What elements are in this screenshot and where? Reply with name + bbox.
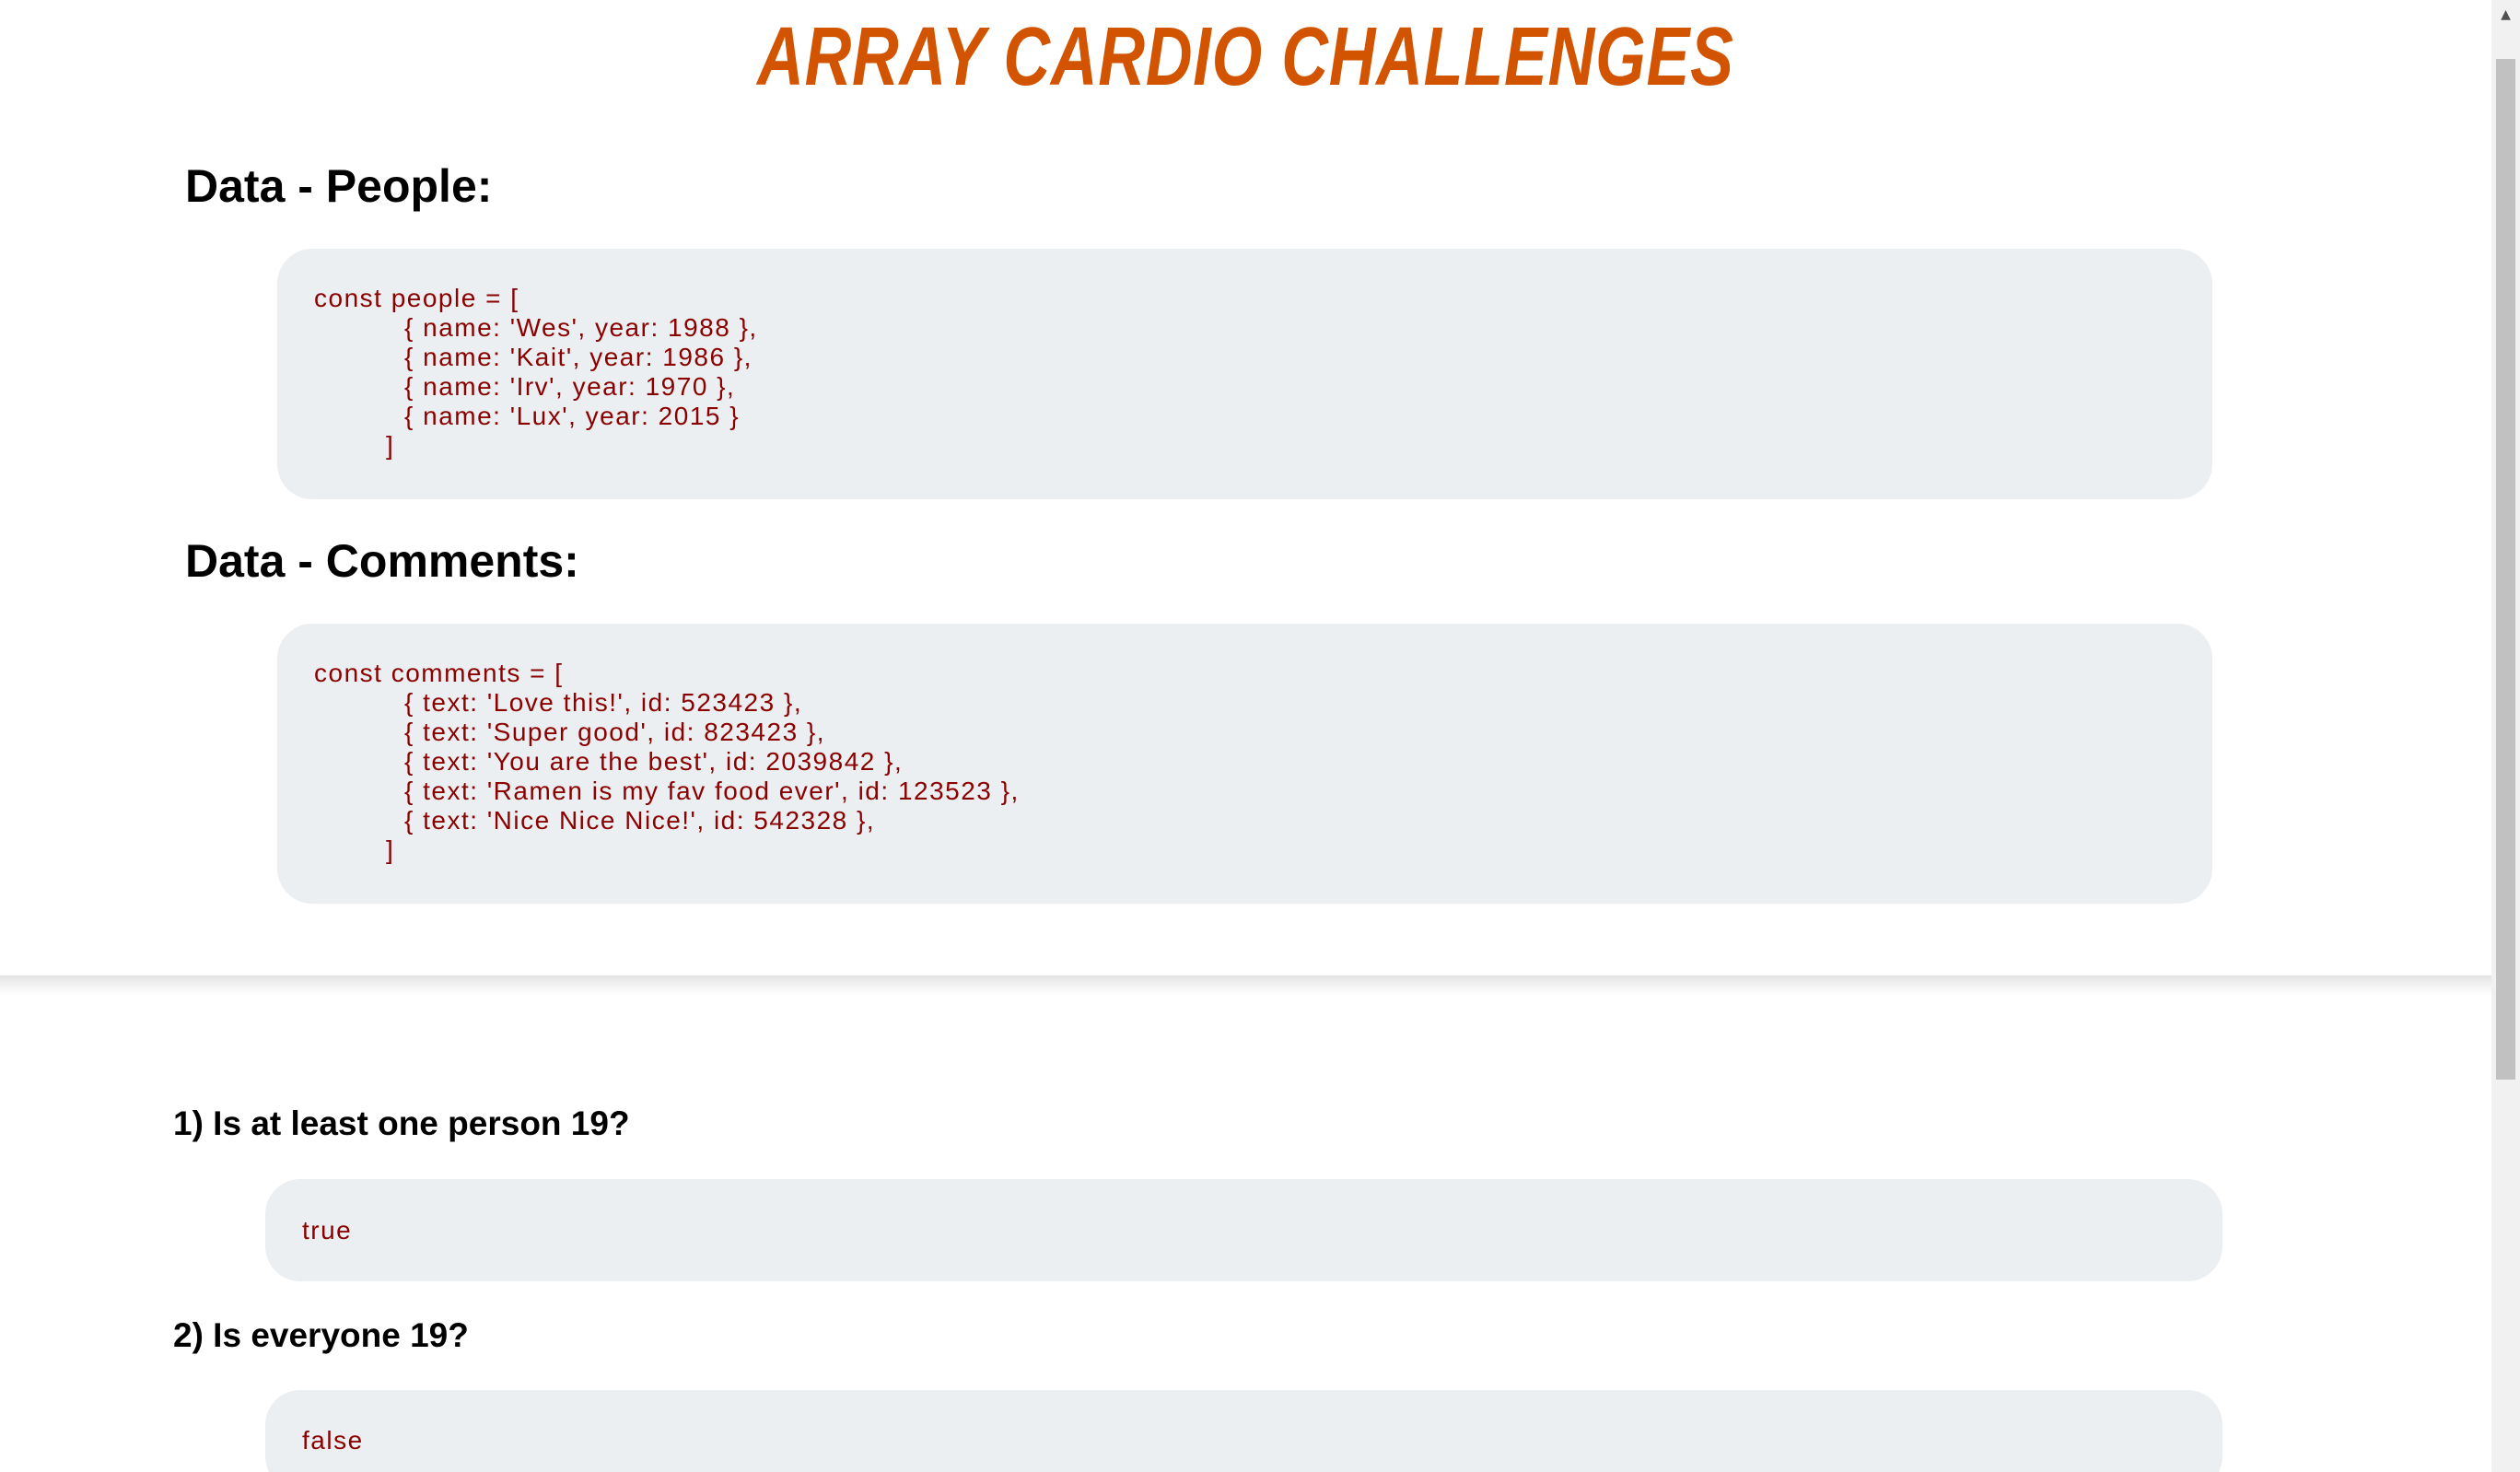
triangle-up-icon: ▲ (2501, 6, 2511, 22)
code-line: { text: 'Ramen is my fav food ever', id:… (404, 777, 1020, 805)
page-viewport: ARRAY CARDIO CHALLENGES Data - People: c… (0, 0, 2520, 1472)
people-code-block: const people = [ { name: 'Wes', year: 19… (277, 249, 2212, 499)
code-line: { name: 'Kait', year: 1986 }, (404, 343, 752, 371)
answer-value: true (302, 1215, 353, 1244)
page-title: ARRAY CARDIO CHALLENGES (757, 11, 1734, 103)
code-line: { name: 'Wes', year: 1988 }, (404, 313, 758, 342)
question-1-heading: 1) Is at least one person 19? (173, 1104, 630, 1142)
question-1-answer: true (265, 1179, 2222, 1281)
code-line: { name: 'Lux', year: 2015 } (404, 402, 741, 430)
people-data-heading: Data - People: (185, 160, 493, 212)
comments-code-block: const comments = [ { text: 'Love this!',… (277, 624, 2212, 904)
section-divider (0, 975, 2491, 996)
code-line: { text: 'Nice Nice Nice!', id: 542328 }, (404, 806, 876, 835)
code-line: { name: 'Irv', year: 1970 }, (404, 372, 736, 401)
code-line: { text: 'You are the best', id: 2039842 … (404, 747, 904, 776)
code-line: { text: 'Super good', id: 823423 }, (404, 718, 826, 746)
code-line: ] (386, 431, 395, 460)
question-2-answer: false (265, 1390, 2222, 1472)
code-line: ] (386, 835, 395, 864)
code-line: const people = [ (314, 284, 519, 312)
question-2-heading: 2) Is everyone 19? (173, 1316, 469, 1354)
scrollbar-thumb[interactable] (2496, 59, 2515, 1080)
scroll-up-button[interactable]: ▲ (2491, 0, 2520, 29)
comments-data-heading: Data - Comments: (185, 535, 579, 587)
code-line: { text: 'Love this!', id: 523423 }, (404, 688, 803, 717)
answer-value: false (302, 1426, 364, 1454)
code-line: const comments = [ (314, 659, 564, 687)
vertical-scrollbar[interactable]: ▲ (2491, 0, 2520, 1472)
